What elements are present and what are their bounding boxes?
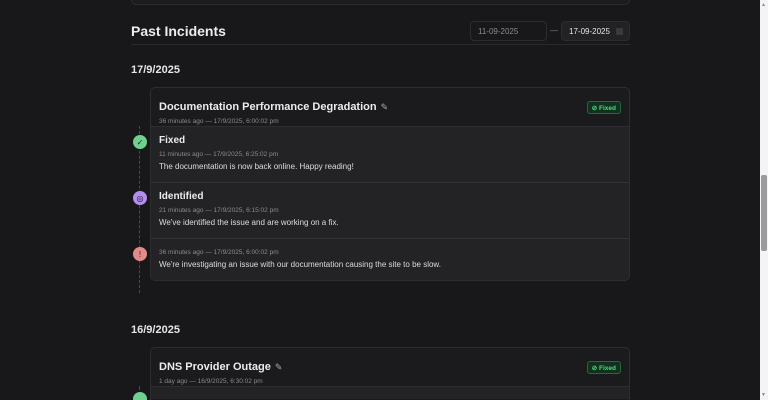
incident-header: DNS Provider Outage ✎ 1 day ago — 16/9/20…	[151, 348, 629, 387]
update-item: Fixed 11 minutes ago — 17/9/2025, 6:25:0…	[151, 127, 629, 183]
status-badge: ⊘ Fixed	[587, 101, 621, 114]
incident-updates	[151, 387, 629, 399]
update-item: Identified 21 minutes ago — 17/9/2025, 6…	[151, 183, 629, 239]
update-meta: 36 minutes ago — 17/9/2025, 6:00:02 pm	[159, 249, 621, 256]
update-meta: 21 minutes ago — 17/9/2025, 6:15:02 pm	[159, 207, 621, 214]
update-text: We're investigating an issue with our do…	[159, 259, 449, 271]
incident-card[interactable]: DNS Provider Outage ✎ 1 day ago — 16/9/20…	[150, 347, 630, 400]
group-date: 17/9/2025	[131, 64, 180, 76]
update-text: The documentation is now back online. Ha…	[159, 161, 449, 173]
incident-title[interactable]: DNS Provider Outage	[159, 361, 271, 373]
scroll-down-arrow-icon[interactable]: ▼	[761, 392, 766, 398]
incident-card[interactable]: Documentation Performance Degradation ✎ 3…	[150, 87, 630, 281]
previous-card	[131, 0, 630, 5]
calendar-icon[interactable]	[616, 28, 623, 35]
divider	[131, 44, 630, 45]
fixed-check-icon	[133, 392, 147, 400]
update-text: We've identified the issue and are worki…	[159, 217, 449, 229]
date-from-input[interactable]: 11-09-2025	[470, 21, 547, 41]
date-separator: —	[550, 26, 558, 35]
investigating-alert-icon: !	[133, 247, 147, 261]
update-status: Fixed	[159, 135, 621, 146]
edit-icon[interactable]: ✎	[275, 362, 283, 373]
scrollbar-thumb[interactable]	[761, 175, 767, 251]
section-title: Past Incidents	[131, 23, 226, 39]
status-badge: ⊘ Fixed	[587, 361, 621, 374]
scrollbar[interactable]: ▲ ▼	[760, 0, 768, 400]
group-date: 16/9/2025	[131, 324, 180, 336]
update-meta: 11 minutes ago — 17/9/2025, 6:25:02 pm	[159, 151, 621, 158]
date-to-input[interactable]: 17-09-2025	[561, 21, 630, 41]
timeline-line	[139, 386, 140, 390]
date-to-value: 17-09-2025	[569, 27, 610, 36]
incident-updates: Fixed 11 minutes ago — 17/9/2025, 6:25:0…	[151, 127, 629, 280]
incident-title[interactable]: Documentation Performance Degradation	[159, 101, 377, 113]
update-status: Identified	[159, 191, 621, 202]
incident-header: Documentation Performance Degradation ✎ 3…	[151, 88, 629, 127]
incident-meta: 36 minutes ago — 17/9/2025, 6:00:02 pm	[159, 118, 621, 125]
scroll-up-arrow-icon[interactable]: ▲	[761, 2, 766, 8]
incident-meta: 1 day ago — 16/9/2025, 6:30:02 pm	[159, 378, 621, 385]
fixed-check-icon: ✓	[133, 135, 147, 149]
update-item: 36 minutes ago — 17/9/2025, 6:00:02 pm W…	[151, 239, 629, 280]
timeline-line	[139, 126, 140, 293]
edit-icon[interactable]: ✎	[381, 102, 389, 113]
identified-search-icon: ◎	[133, 191, 147, 205]
